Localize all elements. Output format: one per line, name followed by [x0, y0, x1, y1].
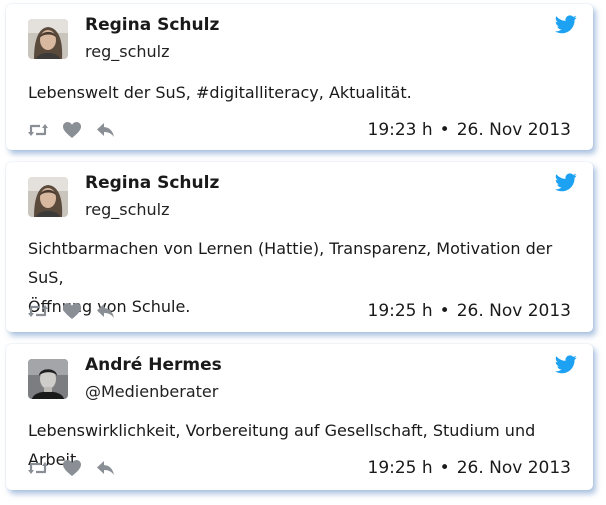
heart-icon[interactable]: [62, 459, 82, 477]
tweet-card: Regina Schulz reg_schulz Sichtbarmachen …: [6, 162, 593, 332]
tweet-timestamp[interactable]: 19:23 h • 26. Nov 2013: [368, 120, 572, 140]
tweet-date: 26. Nov 2013: [456, 120, 571, 140]
action-bar: [28, 121, 130, 139]
female-avatar-image: [28, 19, 68, 59]
author-name[interactable]: Regina Schulz: [85, 173, 219, 193]
separator-dot: •: [439, 120, 450, 140]
tweet-text-line: Sichtbarmachen von Lernen (Hattie), Tran…: [28, 239, 553, 287]
action-bar: [28, 302, 130, 320]
avatar[interactable]: [28, 177, 68, 217]
twitter-bird-icon[interactable]: [555, 355, 577, 374]
author-handle[interactable]: @Medienberater: [85, 382, 218, 401]
heart-icon[interactable]: [62, 302, 82, 320]
author-name[interactable]: Regina Schulz: [85, 15, 219, 35]
tweet-text: Lebenswelt der SuS, #digitalliteracy, Ak…: [28, 78, 573, 107]
reply-icon[interactable]: [96, 121, 116, 139]
tweet-timestamp[interactable]: 19:25 h • 26. Nov 2013: [368, 458, 572, 478]
tweet-date: 26. Nov 2013: [456, 458, 571, 478]
retweet-icon[interactable]: [28, 302, 48, 320]
retweet-icon[interactable]: [28, 459, 48, 477]
twitter-bird-icon[interactable]: [555, 173, 577, 192]
action-bar: [28, 459, 130, 477]
separator-dot: •: [439, 301, 450, 321]
tweet-timestamp[interactable]: 19:25 h • 26. Nov 2013: [368, 301, 572, 321]
retweet-icon[interactable]: [28, 121, 48, 139]
tweet-text-line: Lebenswelt der SuS, #digitalliteracy, Ak…: [28, 83, 412, 102]
author-handle[interactable]: reg_schulz: [85, 200, 169, 219]
avatar[interactable]: [28, 359, 68, 399]
heart-icon[interactable]: [62, 121, 82, 139]
tweet-time: 19:25 h: [367, 301, 433, 321]
male-avatar-image: [28, 359, 68, 399]
reply-icon[interactable]: [96, 302, 116, 320]
tweet-date: 26. Nov 2013: [456, 301, 571, 321]
avatar[interactable]: [28, 19, 68, 59]
tweet-card: Regina Schulz reg_schulz Lebenswelt der …: [6, 4, 593, 150]
tweet-time: 19:23 h: [367, 120, 433, 140]
author-name[interactable]: André Hermes: [85, 355, 222, 375]
reply-icon[interactable]: [96, 459, 116, 477]
tweet-feed: Regina Schulz reg_schulz Lebenswelt der …: [0, 0, 606, 505]
separator-dot: •: [439, 458, 450, 478]
twitter-bird-icon[interactable]: [555, 15, 577, 34]
author-handle[interactable]: reg_schulz: [85, 42, 169, 61]
female-avatar-image: [28, 177, 68, 217]
tweet-time: 19:25 h: [367, 458, 433, 478]
tweet-card: André Hermes @Medienberater Lebenswirkli…: [6, 344, 593, 490]
